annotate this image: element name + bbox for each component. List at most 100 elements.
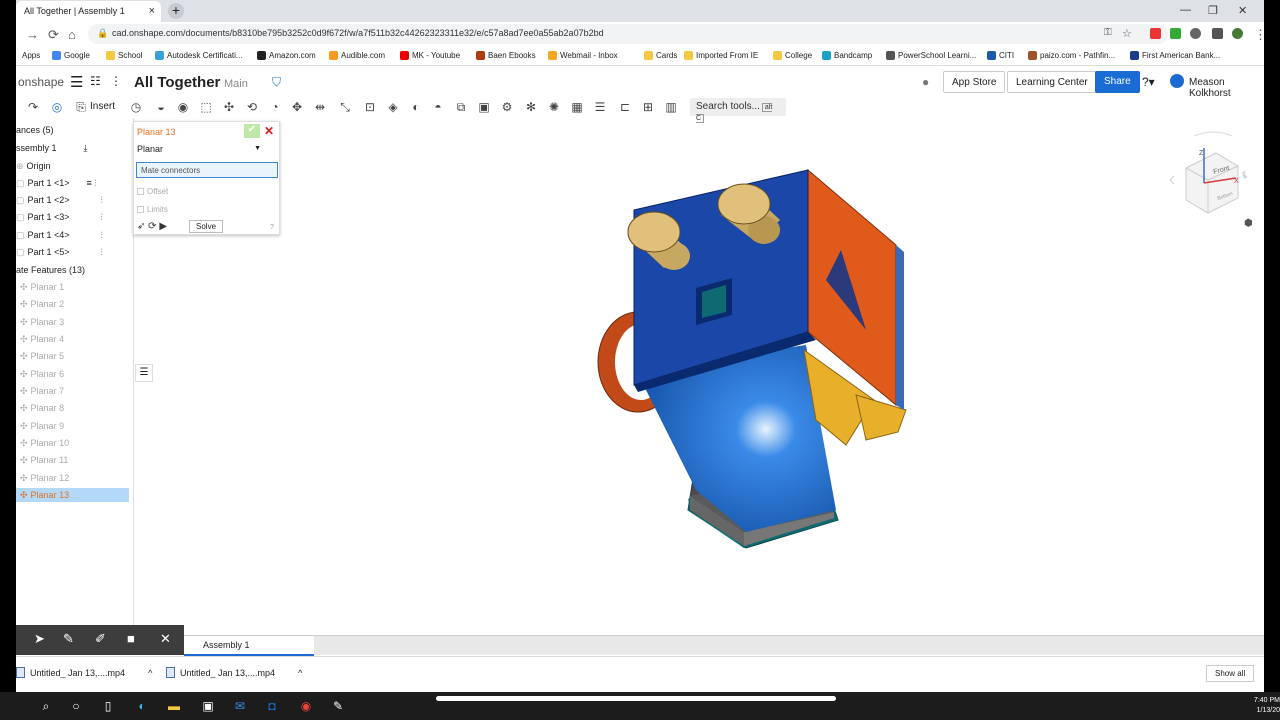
bookmark[interactable]: Webmail - Inbox [548, 51, 618, 60]
branch-name[interactable]: Main [224, 78, 248, 90]
file-explorer-icon[interactable]: ▬ [166, 698, 182, 714]
tab-assembly-1[interactable]: Assembly 1 [184, 636, 314, 656]
tool-icon[interactable]: ▦ [570, 100, 584, 114]
onshape-logo[interactable]: onshape [18, 75, 64, 89]
mate-row[interactable]: ✣ Planar 3 [20, 315, 138, 329]
mate-row[interactable]: ✣ Planar 11 [20, 453, 138, 467]
pen-icon[interactable]: ✎ [63, 631, 74, 647]
app-store-button[interactable]: App Store [943, 71, 1006, 93]
tool-icon[interactable]: ▥ [664, 100, 678, 114]
new-tab-button[interactable]: + [168, 3, 184, 19]
bookmark[interactable]: College [773, 51, 812, 60]
tree-icon[interactable]: ⋮ [110, 74, 122, 88]
gear-icon[interactable]: ✻ [524, 100, 538, 114]
bookmark[interactable]: School [106, 51, 142, 60]
download-item[interactable]: Untitled_ Jan 13,....mp4 ^ [166, 667, 302, 678]
restore-icon[interactable]: ❐ [1208, 4, 1218, 17]
edge-icon[interactable]: ◐ [134, 698, 150, 714]
insert-label[interactable]: Insert [90, 101, 115, 112]
bookmark[interactable]: Amazon.com [257, 51, 316, 60]
profile-avatar[interactable] [1232, 28, 1243, 39]
bookmark[interactable]: Audible.com [329, 51, 385, 60]
outlook-icon[interactable]: ◘ [264, 698, 280, 714]
display-mode-icon[interactable]: ⬢ [1244, 218, 1253, 228]
learning-center-button[interactable]: Learning Center [1007, 71, 1097, 93]
tool-icon[interactable]: ✥ [290, 100, 304, 114]
key-icon[interactable]: ⚿ [1104, 27, 1112, 38]
graduation-cap-icon[interactable]: ⛉ [272, 75, 281, 90]
close-window-icon[interactable]: ✕ [1238, 4, 1247, 17]
task-view-icon[interactable]: ▯ [100, 698, 116, 714]
mate-row[interactable]: ✣ Planar 6 [20, 367, 138, 381]
part-row[interactable]: ▢ Part 1 <2> ⫶ [16, 193, 134, 207]
chevron-up-icon[interactable]: ^ [298, 668, 302, 678]
url-field[interactable]: 🔒 cad.onshape.com/documents/b8310be795b3… [88, 24, 1168, 44]
tool-icon[interactable]: ◔ [268, 100, 282, 114]
avatar[interactable] [1170, 74, 1184, 88]
assembly-row[interactable]: ssembly 1 ⤓ [16, 141, 134, 155]
assembly-model[interactable] [576, 160, 916, 560]
part-row[interactable]: ▢ Part 1 <3> ⫶ [16, 210, 134, 224]
bookmark[interactable]: Imported From IE [684, 51, 758, 60]
close-icon[interactable]: ✕ [160, 631, 171, 647]
mate-row[interactable]: ✣ Planar 12 [20, 471, 138, 485]
user-name[interactable]: Meason Kolkhorst [1189, 77, 1264, 99]
puzzle-icon[interactable] [1212, 28, 1223, 39]
part-row[interactable]: ▢ Part 1 <1> ≡ ⫶ [16, 176, 134, 190]
gear-icon[interactable]: ✺ [547, 100, 561, 114]
app-icon[interactable]: ✎ [330, 698, 346, 714]
mate-type-select[interactable]: Planar ▼ [137, 144, 261, 158]
tool-icon[interactable]: ⇹ [313, 100, 327, 114]
search-tools-input[interactable]: Search tools... alt C [690, 98, 786, 123]
offset-checkbox[interactable]: Offset [137, 187, 168, 196]
mate-row[interactable]: ✣ Planar 5 [20, 349, 138, 363]
mate-row[interactable]: ✣ Planar 8 [20, 401, 138, 415]
solve-button[interactable]: Solve [189, 220, 224, 233]
reload-icon[interactable]: ⟳ [48, 27, 59, 43]
close-icon[interactable]: ✕ [264, 124, 274, 138]
tool-icon[interactable]: ◓ [431, 100, 445, 114]
tool-icon[interactable]: ✣ [222, 100, 236, 114]
highlighter-icon[interactable]: ✐ [95, 631, 106, 647]
mate-row[interactable]: ✣ Planar 7 [20, 384, 138, 398]
tool-icon[interactable]: ◈ [386, 100, 400, 114]
tool-icon[interactable]: ⧉ [454, 100, 468, 114]
tool-icon[interactable]: ⚙ [500, 100, 514, 114]
cortana-icon[interactable]: ○ [68, 698, 84, 714]
tool-icon[interactable]: ▣ [477, 100, 491, 114]
extension-icon[interactable] [1190, 28, 1201, 39]
insert-icon[interactable]: ⎘ [74, 100, 88, 114]
mail-icon[interactable]: ✉ [232, 698, 248, 714]
comment-icon[interactable]: ● [922, 75, 929, 89]
search-icon[interactable]: ⌕ [38, 698, 54, 714]
part-row[interactable]: ▢ Part 1 <4> ⫶ [16, 228, 134, 242]
tool-icon[interactable]: ☰ [593, 100, 607, 114]
limits-checkbox[interactable]: Limits [137, 205, 168, 214]
chevron-up-icon[interactable]: ^ [148, 668, 152, 678]
tool-icon[interactable]: ◒ [154, 100, 168, 114]
tool-icon[interactable]: ⬚ [199, 100, 213, 114]
tool-icon[interactable]: ⤡ [338, 100, 352, 114]
document-title[interactable]: All Together [134, 74, 220, 91]
mate-row[interactable]: ✣ Planar 1 [20, 280, 138, 294]
tool-icon[interactable]: ⊞ [641, 100, 655, 114]
feature-list-icon[interactable]: ☷ [90, 74, 101, 88]
bookmark[interactable]: First American Bank... [1130, 51, 1220, 60]
star-icon[interactable]: ☆ [1122, 27, 1132, 40]
chrome-icon[interactable]: ◉ [298, 698, 314, 714]
browser-tab[interactable]: All Together | Assembly 1 × [16, 1, 161, 22]
tool-icon[interactable]: ⊡ [363, 100, 377, 114]
bookmark[interactable]: Autodesk Certificati... [155, 51, 243, 60]
mate-row[interactable]: ✣ Planar 10 [20, 436, 138, 450]
bookmark[interactable]: CITI [987, 51, 1014, 60]
part-row[interactable]: ▢ Part 1 <5> ⫶ [16, 245, 134, 259]
tool-icon[interactable]: ⊏ [618, 100, 632, 114]
help-icon[interactable]: ? [270, 224, 274, 231]
menu-icon[interactable]: ☰ [70, 73, 83, 91]
mate-row[interactable]: ✣ Planar 9 [20, 419, 138, 433]
help-icon[interactable]: ?▾ [1142, 75, 1155, 89]
bookmark[interactable]: Cards [644, 51, 677, 60]
origin-row[interactable]: ⊕ Origin [16, 159, 134, 173]
bookmark[interactable]: Google [52, 51, 90, 60]
mate-row[interactable]: ✣ Planar 4 [20, 332, 138, 346]
